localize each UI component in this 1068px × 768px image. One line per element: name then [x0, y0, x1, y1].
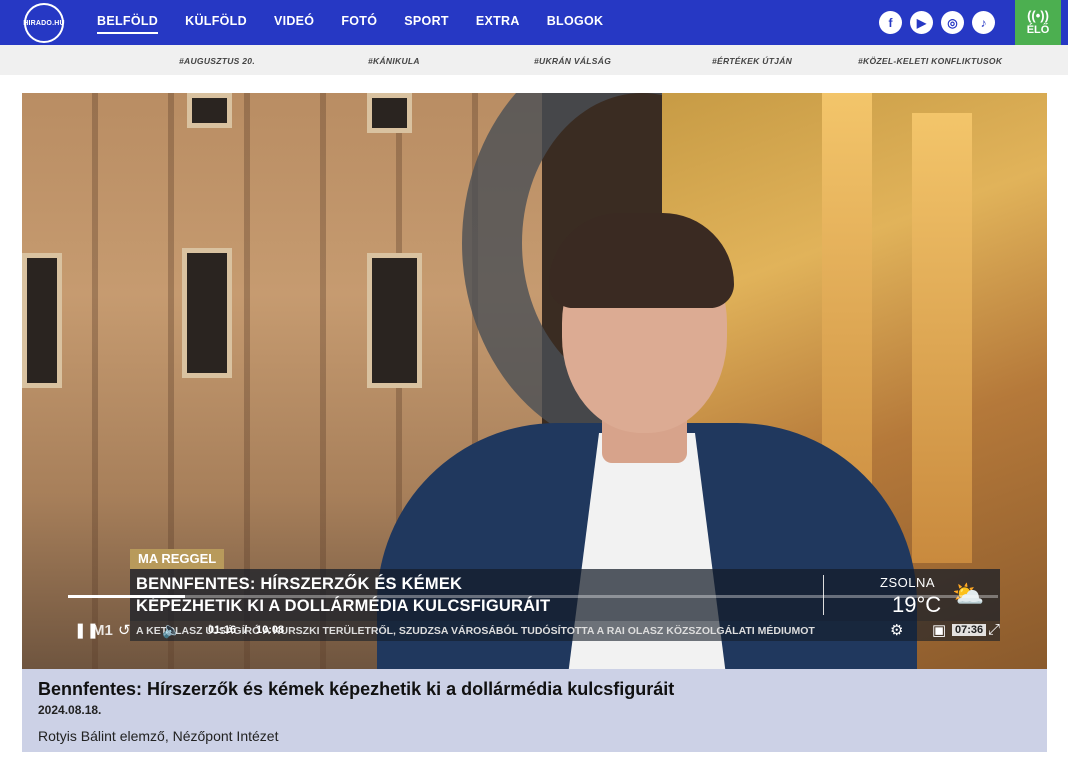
picture-in-picture-icon[interactable]: ▣	[932, 621, 946, 639]
parliament-tower	[912, 113, 972, 563]
chyron-line-2: KÉPEZHETIK KI A DOLLÁRMÉDIA KULCSFIGURÁI…	[136, 597, 551, 615]
video-player[interactable]: MA REGGEL BENNFENTES: HÍRSZERZŐK ÉS KÉME…	[22, 93, 1047, 669]
main-nav: BELFÖLD KÜLFÖLD VIDEÓ FOTÓ SPORT EXTRA B…	[97, 0, 630, 45]
presenter-hair	[549, 213, 734, 308]
hashtag-link[interactable]: #AUGUSZTUS 20.	[179, 56, 255, 66]
volume-icon[interactable]: 🔈	[162, 621, 181, 639]
video-caption: Bennfentes: Hírszerzők és kémek képezhet…	[22, 669, 1047, 752]
hashtag-link[interactable]: #KÁNIKULA	[368, 56, 420, 66]
youtube-icon[interactable]: ▶	[910, 11, 933, 34]
instagram-icon[interactable]: ◎	[941, 11, 964, 34]
gear-icon[interactable]: ⚙	[890, 621, 903, 639]
current-time: 01:16	[208, 624, 237, 636]
weather-city: ZSOLNA	[880, 575, 936, 590]
rewind-10-icon[interactable]: ↺	[118, 621, 131, 639]
hashtag-link[interactable]: #KÖZEL-KELETI KONFLIKTUSOK	[858, 56, 1002, 66]
video-date: 2024.08.18.	[38, 703, 102, 717]
chyron-line-1: BENNFENTES: HÍRSZERZŐK ÉS KÉMEK	[136, 575, 463, 593]
site-logo[interactable]: HIRADO.HU	[23, 3, 65, 43]
tiktok-icon[interactable]: ♪	[972, 11, 995, 34]
social-links: f ▶ ◎ ♪	[879, 11, 995, 34]
nav-item-belfold[interactable]: BELFÖLD	[97, 14, 159, 34]
building-window	[22, 253, 62, 388]
nav-item-video[interactable]: VIDEÓ	[274, 14, 314, 31]
building-window	[367, 93, 412, 133]
broadcast-icon: ((•))	[1027, 8, 1049, 23]
channel-clock: 07:36	[952, 624, 987, 636]
nav-item-kulfold[interactable]: KÜLFÖLD	[185, 14, 247, 31]
hashtag-link[interactable]: #ÉRTÉKEK ÚTJÁN	[712, 56, 792, 66]
fullscreen-icon[interactable]: ⤢	[988, 621, 1000, 638]
nav-item-extra[interactable]: EXTRA	[476, 14, 520, 31]
video-progress-fill	[68, 595, 186, 598]
video-controls: ❚❚ M1 ↺ 🔈 01:16 / 10:08 ⚙ ▣ 07:36 ⤢	[68, 621, 1000, 643]
facebook-icon[interactable]: f	[879, 11, 902, 34]
video-description: Rotyis Bálint elemző, Nézőpont Intézet	[38, 728, 279, 744]
time-separator: /	[244, 624, 248, 636]
nav-item-foto[interactable]: FOTÓ	[341, 14, 377, 31]
top-navigation-bar: HIRADO.HU BELFÖLD KÜLFÖLD VIDEÓ FOTÓ SPO…	[0, 0, 1068, 45]
building-window	[187, 93, 232, 128]
hashtag-bar: #AUGUSZTUS 20. #KÁNIKULA #UKRÁN VÁLSÁG #…	[0, 45, 1068, 75]
channel-logo: M1	[92, 622, 113, 639]
live-button[interactable]: ((•)) ÉLŐ	[1015, 0, 1061, 45]
video-title: Bennfentes: Hírszerzők és kémek képezhet…	[38, 679, 675, 699]
video-progress-bar[interactable]	[68, 595, 998, 598]
nav-item-blogok[interactable]: BLOGOK	[547, 14, 604, 31]
nav-item-sport[interactable]: SPORT	[404, 14, 449, 31]
hashtag-link[interactable]: #UKRÁN VÁLSÁG	[534, 56, 611, 66]
building-window	[182, 248, 232, 378]
live-label: ÉLŐ	[1026, 24, 1050, 36]
duration: 10:08	[256, 624, 285, 636]
chyron-tag: MA REGGEL	[130, 549, 225, 569]
building-window	[367, 253, 422, 388]
